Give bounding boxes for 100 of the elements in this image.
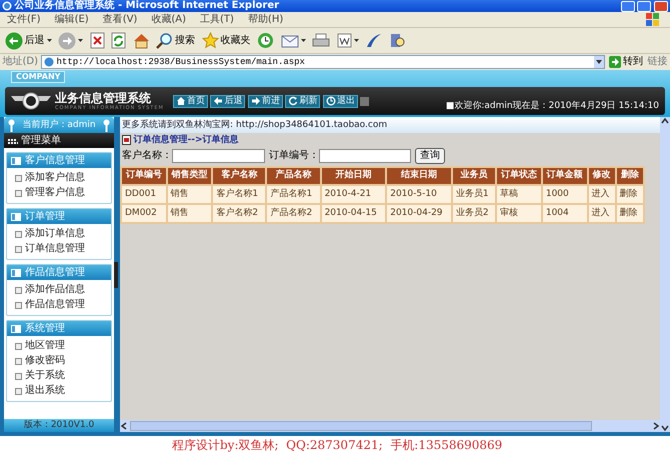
minimize-button[interactable] bbox=[620, 0, 634, 12]
table-cell: 客户名称1 bbox=[213, 186, 266, 203]
version-label: 版本：2010V1.0 bbox=[4, 419, 114, 432]
menu-item[interactable]: 收藏(A) bbox=[144, 14, 193, 26]
table-cell: 业务员1 bbox=[452, 186, 496, 203]
address-label: 地址(D) bbox=[2, 56, 38, 68]
go-arrow-icon bbox=[609, 56, 621, 68]
column-header: 客户名称 bbox=[213, 168, 266, 184]
folder-icon bbox=[11, 268, 21, 276]
forward-icon bbox=[250, 96, 261, 106]
shop-link[interactable]: http://shop34864101.taobao.com bbox=[236, 120, 388, 130]
menu-item[interactable]: 修改密码 bbox=[7, 354, 111, 368]
column-header: 结束日期 bbox=[387, 168, 451, 184]
menu-item[interactable]: 订单信息管理 bbox=[7, 242, 111, 256]
menu-item[interactable]: 关于系统 bbox=[7, 368, 111, 384]
close-button[interactable] bbox=[654, 0, 668, 12]
vertical-scrollbar[interactable] bbox=[660, 117, 670, 432]
menu-item[interactable]: 编辑(E) bbox=[48, 14, 96, 26]
horizontal-scrollbar[interactable] bbox=[120, 420, 660, 432]
pin-icon bbox=[102, 118, 110, 132]
table-cell: DD001 bbox=[122, 186, 166, 203]
column-header: 修改 bbox=[588, 168, 615, 184]
nav-button[interactable]: 前进 bbox=[248, 94, 283, 108]
menu-item[interactable]: 添加作品信息 bbox=[7, 282, 111, 298]
menu-item[interactable]: 添加订单信息 bbox=[7, 226, 111, 242]
menu-item[interactable]: 退出系统 bbox=[7, 384, 111, 398]
table-cell: 2010-4-21 bbox=[322, 186, 386, 203]
table-cell: 2010-5-10 bbox=[387, 186, 451, 203]
filter-label: 客户名称： bbox=[122, 150, 172, 162]
caret-icon bbox=[354, 38, 358, 42]
search-button[interactable]: 搜索 bbox=[154, 28, 197, 52]
nav-button[interactable]: 首页 bbox=[172, 94, 208, 108]
table-cell: 1004 bbox=[542, 204, 587, 222]
browser-icon bbox=[2, 1, 12, 11]
company-tag: COMPANY bbox=[11, 71, 66, 83]
star-icon bbox=[202, 32, 218, 49]
table-cell: DM002 bbox=[122, 204, 166, 222]
folder-icon bbox=[11, 212, 21, 220]
column-header: 订单金额 bbox=[542, 168, 587, 184]
links-label[interactable]: 链接 bbox=[648, 56, 668, 68]
printer-icon bbox=[312, 32, 330, 48]
swoosh-icon bbox=[365, 32, 382, 49]
refresh-icon bbox=[288, 96, 298, 106]
table-cell: 业务员2 bbox=[452, 204, 496, 222]
caret-icon bbox=[300, 38, 306, 42]
address-field[interactable]: http://localhost:2938/BusinessSystem/main.aspx bbox=[40, 55, 604, 69]
table-cell: 客户名称2 bbox=[213, 204, 266, 222]
current-user: 当前用户：admin bbox=[22, 120, 96, 130]
back-button[interactable]: 后退 bbox=[2, 28, 54, 52]
table-cell: 产品名称1 bbox=[267, 186, 320, 203]
splitter-handle[interactable] bbox=[114, 262, 118, 288]
filter-field[interactable] bbox=[319, 148, 411, 163]
home-icon bbox=[132, 32, 150, 49]
table-cell: 2010-04-15 bbox=[322, 204, 386, 222]
app-title: 业务信息管理系统 bbox=[55, 90, 152, 105]
query-button[interactable]: 查询 bbox=[415, 148, 445, 164]
home-icon bbox=[176, 96, 186, 106]
table-cell: 销售 bbox=[168, 186, 212, 203]
table-cell: 2010-04-29 bbox=[387, 204, 451, 222]
logo-icon bbox=[11, 90, 51, 112]
column-header: 销售类型 bbox=[168, 168, 212, 184]
column-header: 删除 bbox=[616, 168, 643, 184]
menu-group-title: 客户信息管理 bbox=[25, 154, 85, 166]
menu-item[interactable]: 帮助(H) bbox=[240, 14, 290, 26]
table-cell: 产品名称2 bbox=[267, 204, 320, 222]
user-link[interactable]: admin bbox=[484, 101, 513, 112]
column-header: 产品名称 bbox=[267, 168, 320, 184]
go-button[interactable]: 转到 bbox=[607, 55, 645, 69]
maximize-button[interactable] bbox=[637, 0, 651, 12]
menu-title: 管理菜单 bbox=[21, 134, 61, 146]
table-cell: 草稿 bbox=[497, 186, 541, 203]
caret-icon bbox=[46, 38, 52, 42]
menu-item[interactable]: 地区管理 bbox=[7, 338, 111, 354]
table-cell: 销售 bbox=[168, 204, 212, 222]
square-marker bbox=[360, 96, 370, 106]
column-header: 订单状态 bbox=[497, 168, 541, 184]
menu-item[interactable]: 添加客户信息 bbox=[7, 170, 111, 186]
nav-button[interactable]: 刷新 bbox=[285, 94, 320, 108]
welcome-text: ■欢迎你: bbox=[446, 101, 484, 112]
column-header: 开始日期 bbox=[322, 168, 386, 184]
credits-text: 程序设计by:双鱼林; QQ:287307421; 手机:13558690869 bbox=[0, 432, 670, 461]
menu-item[interactable]: 工具(T) bbox=[193, 14, 241, 26]
filter-field[interactable] bbox=[172, 148, 265, 163]
table-cell: 1000 bbox=[542, 186, 587, 203]
breadcrumb: 订单信息管理-->订单信息 bbox=[134, 135, 239, 146]
menu-item[interactable]: 管理客户信息 bbox=[7, 186, 111, 200]
column-header: 业务员 bbox=[452, 168, 496, 184]
table-cell: 审核 bbox=[497, 204, 541, 222]
menu-item[interactable]: 作品信息管理 bbox=[7, 298, 111, 312]
document-icon bbox=[336, 33, 352, 48]
nav-button[interactable]: 退出 bbox=[322, 94, 358, 108]
filter-label: 订单编号： bbox=[269, 150, 319, 162]
menu-item[interactable]: 文件(F) bbox=[0, 14, 48, 26]
back-icon bbox=[213, 96, 224, 106]
menu-item[interactable]: 查看(V) bbox=[96, 14, 144, 26]
search-icon bbox=[156, 32, 173, 49]
menu-group-title: 作品信息管理 bbox=[25, 266, 85, 278]
nav-button[interactable]: 后退 bbox=[210, 94, 246, 108]
favorites-button[interactable]: 收藏夹 bbox=[200, 28, 252, 52]
stop-icon bbox=[90, 32, 104, 49]
